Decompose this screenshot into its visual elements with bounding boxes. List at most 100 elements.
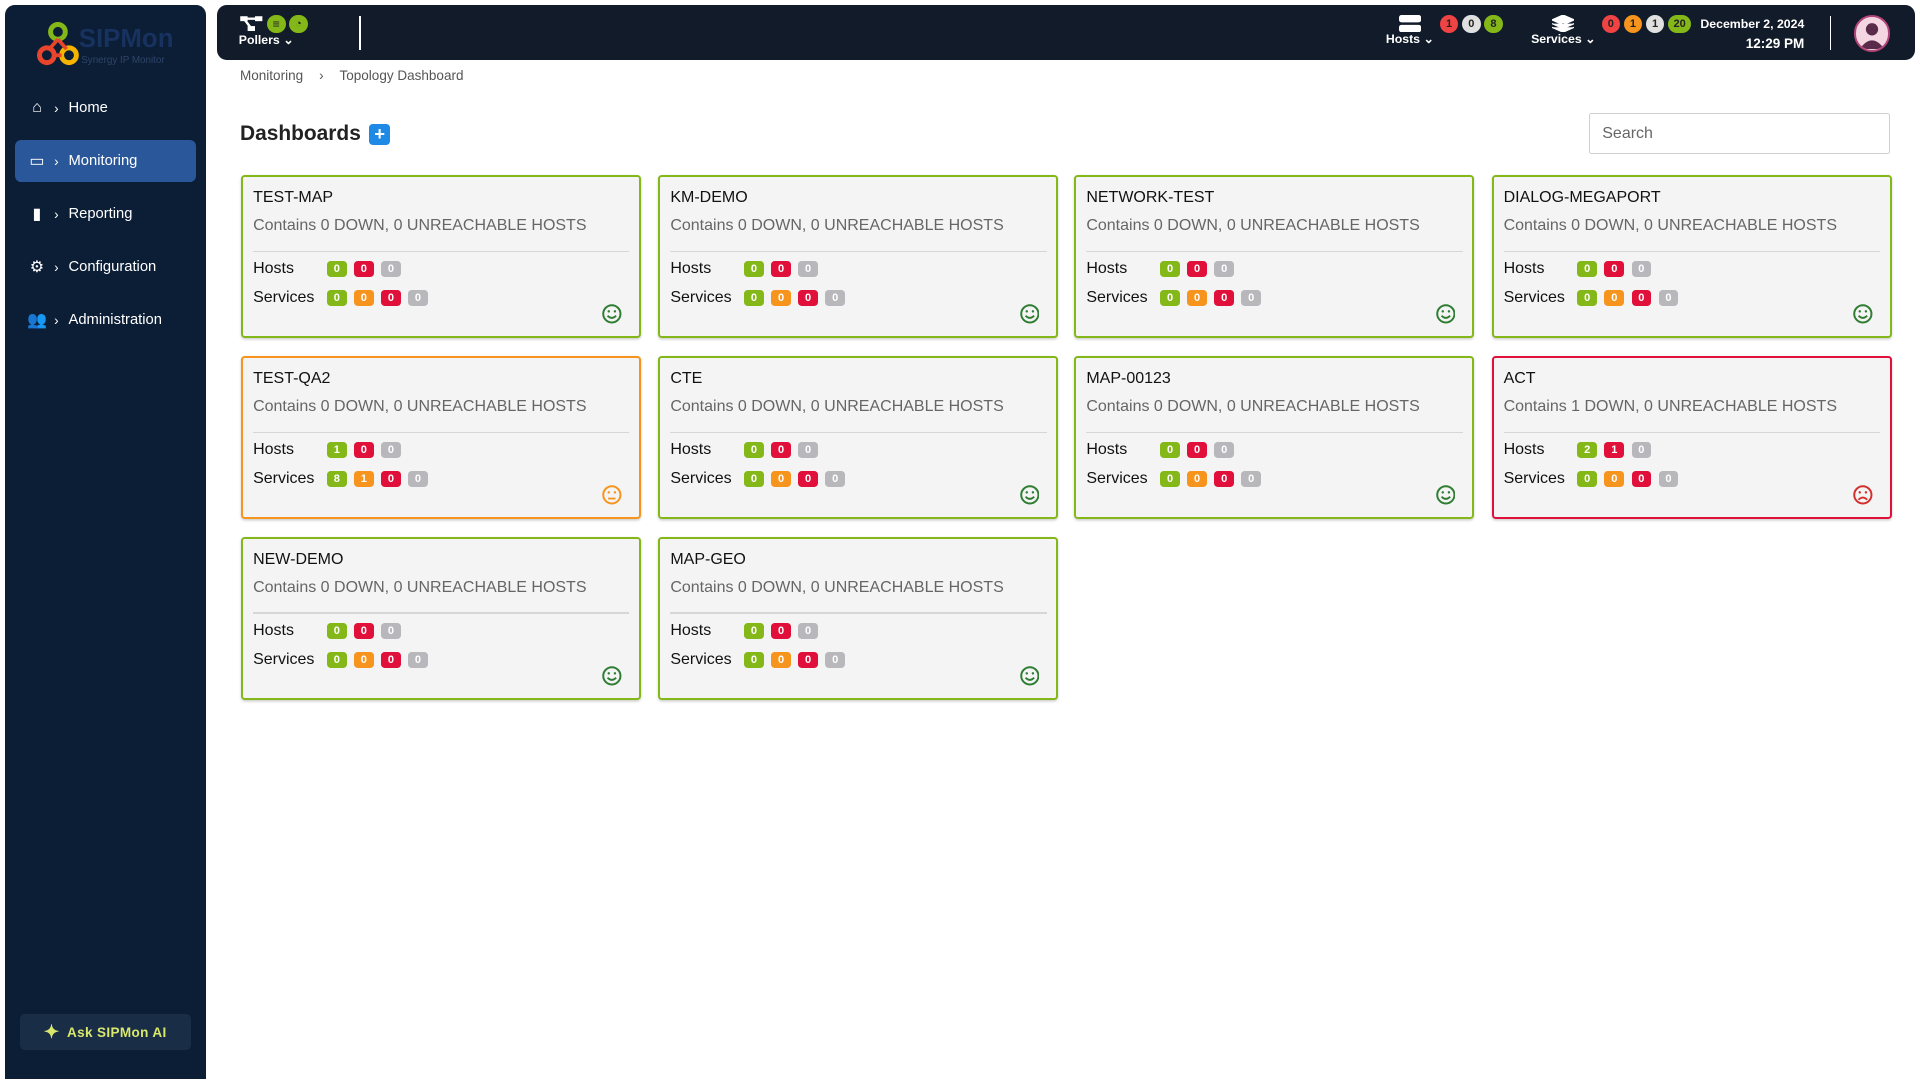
divider	[670, 431, 1047, 433]
services-label: Services	[1503, 288, 1565, 306]
dashboard-card[interactable]: MAP-GEO Contains 0 DOWN, 0 UNREACHABLE H…	[658, 536, 1059, 701]
search-input[interactable]	[1588, 113, 1891, 154]
service-count-badge: 0	[744, 289, 764, 306]
services-row: Services 0 0 0 0	[1086, 289, 1268, 307]
dashboard-name: MAP-00123	[1086, 369, 1171, 387]
divider	[670, 612, 1047, 614]
dashboard-name: KM-DEMO	[670, 189, 748, 207]
service-count-badge: 0	[1160, 289, 1180, 306]
sidebar-item-home[interactable]: ⌂ › Home	[15, 87, 196, 129]
services-label: Services	[670, 469, 732, 487]
service-count-badge: 0	[825, 289, 846, 306]
ask-ai-label: Ask SIPMon AI	[66, 1024, 167, 1040]
host-count-badge: 0	[798, 442, 818, 459]
host-count-badge: 2	[1577, 442, 1598, 459]
dashboard-card[interactable]: ACT Contains 1 DOWN, 0 UNREACHABLE HOSTS…	[1491, 355, 1892, 520]
smile-icon	[1019, 485, 1040, 505]
services-critical-count[interactable]: 0	[1601, 14, 1621, 34]
add-dashboard-button[interactable]: +	[369, 123, 391, 146]
services-row: Services 0 0 0 0	[670, 651, 852, 669]
service-count-badge: 0	[1241, 289, 1262, 306]
divider	[1086, 250, 1463, 252]
host-count-badge: 1	[1604, 442, 1625, 459]
services-label: Services	[1086, 288, 1148, 306]
sidebar-item-reporting[interactable]: ▮ › Reporting	[15, 193, 196, 235]
divider	[1503, 431, 1880, 433]
service-count-badge: 0	[798, 289, 818, 306]
host-count-badge: 0	[353, 623, 374, 640]
sidebar-item-label: Reporting	[68, 206, 133, 223]
chevron-right-icon: ›	[54, 312, 59, 328]
service-count-badge: 0	[1577, 470, 1598, 487]
sidebar-item-monitoring[interactable]: ▭ › Monitoring	[14, 140, 196, 183]
services-ok-count[interactable]: 20	[1668, 14, 1692, 34]
services-row: Services 0 0 0 0	[253, 651, 435, 669]
hosts-unreachable-count[interactable]: 0	[1462, 14, 1481, 34]
service-count-badge: 0	[1604, 470, 1625, 487]
host-count-badge: 0	[1631, 261, 1652, 278]
services-label: Services	[1503, 469, 1565, 487]
sipmon-logo[interactable]: SIPMon Synergy IP Monitor	[36, 22, 185, 76]
user-avatar[interactable]	[1853, 14, 1891, 52]
poller-gauge-icon[interactable]: ◔	[289, 14, 308, 34]
dashboard-description: Contains 0 DOWN, 0 UNREACHABLE HOSTS	[253, 398, 587, 416]
service-count-badge: 0	[1187, 470, 1207, 487]
hosts-row: Hosts 2 1 0	[1504, 441, 1659, 459]
service-count-badge: 0	[744, 470, 764, 487]
service-count-badge: 0	[771, 651, 791, 668]
dashboard-card[interactable]: MAP-00123 Contains 0 DOWN, 0 UNREACHABLE…	[1074, 355, 1475, 520]
dashboard-description: Contains 0 DOWN, 0 UNREACHABLE HOSTS	[1086, 398, 1420, 416]
host-count-badge: 1	[326, 442, 347, 459]
service-count-badge: 0	[744, 651, 764, 668]
hosts-label: Hosts	[1503, 260, 1545, 278]
service-count-badge: 0	[353, 651, 374, 668]
service-count-badge: 0	[1658, 470, 1679, 487]
hosts-down-count[interactable]: 1	[1439, 14, 1459, 34]
service-count-badge: 0	[381, 289, 401, 306]
sidebar-item-configuration[interactable]: ⚙ › Configuration	[15, 246, 196, 288]
hosts-label: Hosts	[1503, 441, 1545, 459]
datetime: December 2, 2024 12:29 PM	[1691, 15, 1804, 54]
poller-list-icon[interactable]: ≡	[267, 14, 286, 34]
pollers-menu[interactable]: ≡ ◔ Pollers ⌄	[239, 14, 308, 48]
dashboard-card[interactable]: NEW-DEMO Contains 0 DOWN, 0 UNREACHABLE …	[241, 536, 642, 701]
dashboard-card[interactable]: TEST-QA2 Contains 0 DOWN, 0 UNREACHABLE …	[241, 355, 642, 520]
dashboard-description: Contains 1 DOWN, 0 UNREACHABLE HOSTS	[1503, 398, 1837, 416]
hosts-row: Hosts 0 0 0	[1086, 441, 1241, 459]
dashboard-card[interactable]: CTE Contains 0 DOWN, 0 UNREACHABLE HOSTS…	[658, 355, 1059, 520]
service-count-badge: 0	[825, 651, 846, 668]
frown-icon	[1853, 485, 1873, 505]
hosts-row: Hosts 0 0 0	[670, 622, 825, 640]
dashboard-card[interactable]: NETWORK-TEST Contains 0 DOWN, 0 UNREACHA…	[1074, 174, 1475, 339]
hosts-up-count[interactable]: 8	[1484, 14, 1503, 34]
chevron-right-icon: ›	[54, 206, 59, 222]
hosts-menu[interactable]: Hosts ⌄ 1 0 8	[1386, 14, 1503, 46]
sidebar-item-administration[interactable]: 👥 › Administration	[15, 299, 196, 341]
service-count-badge: 0	[798, 470, 818, 487]
breadcrumb-monitoring[interactable]: Monitoring	[240, 68, 303, 83]
services-row: Services 0 0 0 0	[1504, 470, 1686, 488]
dashboard-description: Contains 0 DOWN, 0 UNREACHABLE HOSTS	[670, 217, 1004, 235]
dashboard-card[interactable]: KM-DEMO Contains 0 DOWN, 0 UNREACHABLE H…	[658, 174, 1059, 339]
dashboard-name: TEST-MAP	[253, 189, 334, 207]
dashboard-card[interactable]: DIALOG-MEGAPORT Contains 0 DOWN, 0 UNREA…	[1491, 174, 1892, 339]
brand-tagline: Synergy IP Monitor	[81, 55, 165, 67]
service-count-badge: 0	[771, 470, 791, 487]
services-unknown-count[interactable]: 1	[1645, 14, 1665, 34]
ask-ai-button[interactable]: ✦ Ask SIPMon AI	[19, 1014, 191, 1050]
services-label: Services	[1086, 469, 1148, 487]
breadcrumb-topology-dashboard: Topology Dashboard	[339, 67, 464, 83]
services-warning-count[interactable]: 1	[1623, 14, 1643, 34]
dashboard-card[interactable]: TEST-MAP Contains 0 DOWN, 0 UNREACHABLE …	[241, 174, 642, 339]
chevron-down-icon: ⌄	[283, 33, 294, 48]
page-title: Dashboards	[240, 121, 361, 145]
divider	[1830, 15, 1832, 51]
smile-icon	[1019, 304, 1040, 324]
dashboard-description: Contains 0 DOWN, 0 UNREACHABLE HOSTS	[253, 579, 587, 597]
services-menu[interactable]: Services ⌄ 0 1 1 20	[1531, 14, 1692, 46]
hosts-label: Hosts	[670, 441, 712, 459]
hosts-label: Hosts	[253, 622, 294, 640]
service-count-badge: 0	[1160, 470, 1180, 487]
services-row: Services 0 0 0 0	[253, 289, 435, 307]
hosts-row: Hosts 0 0 0	[670, 441, 825, 459]
